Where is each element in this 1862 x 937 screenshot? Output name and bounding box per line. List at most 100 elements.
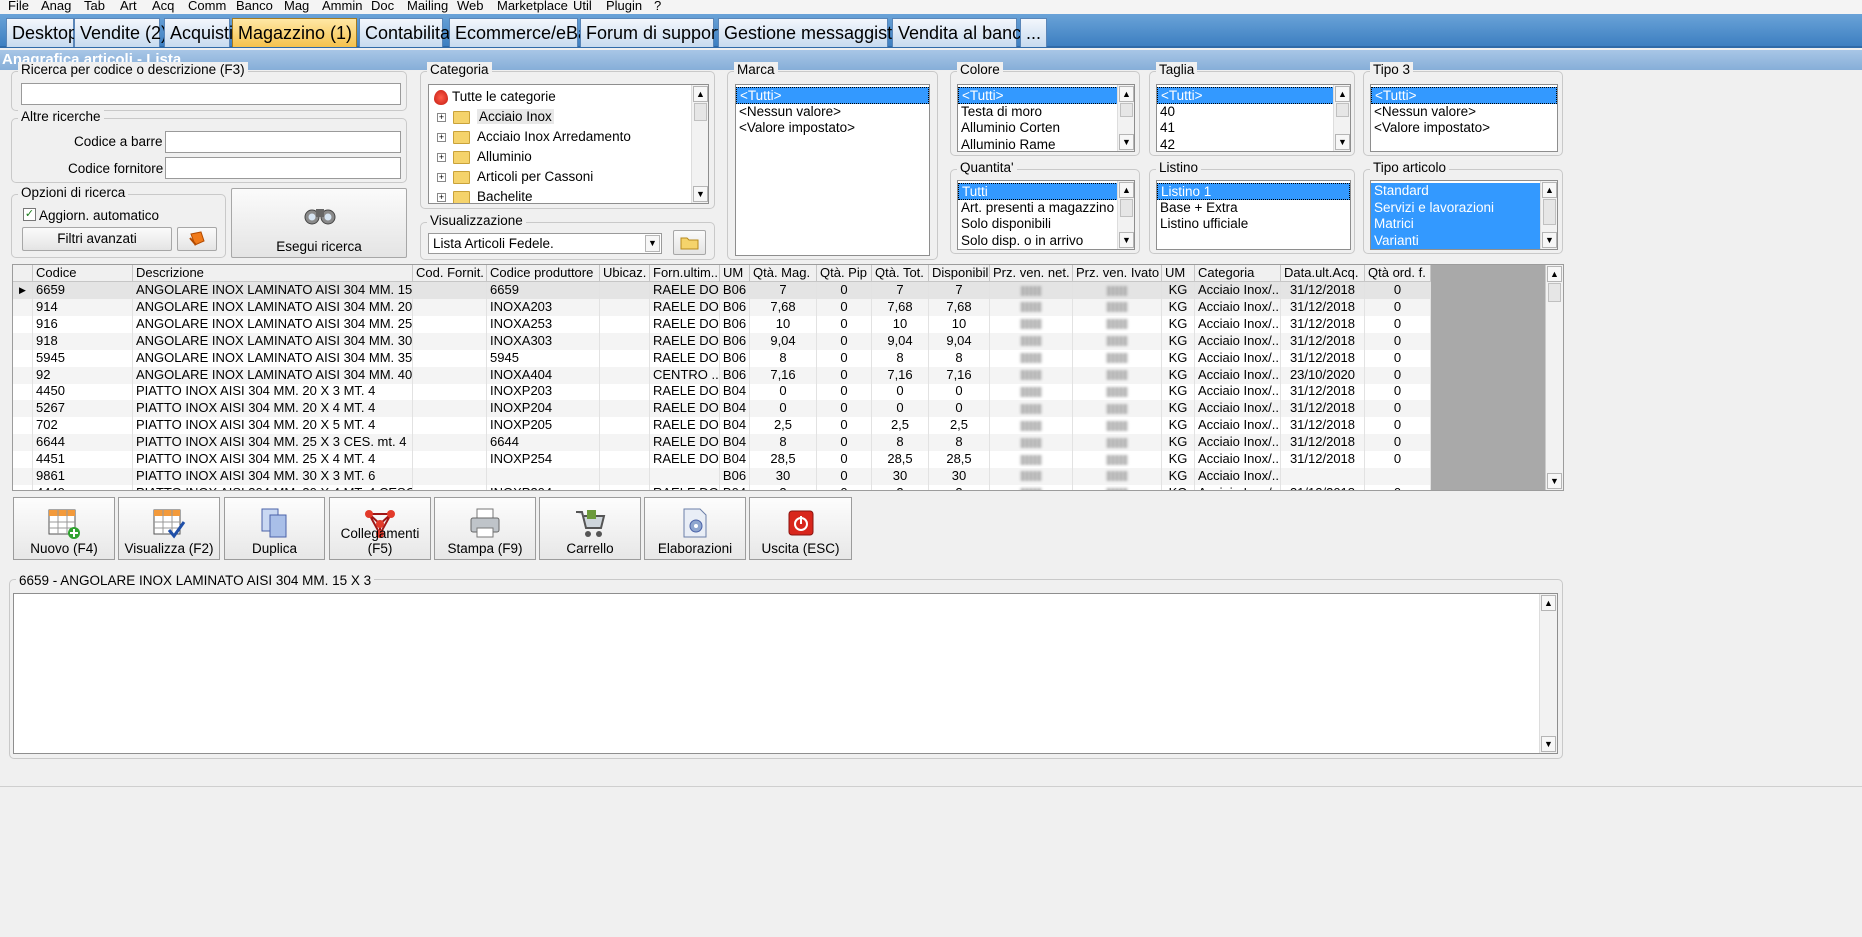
table-row[interactable]: 6644 PIATTO INOX AISI 304 MM. 25 X 3 CES.… — [13, 434, 1431, 452]
color-list[interactable]: <Tutti> Testa di moro Alluminio Corten Allu… — [957, 84, 1135, 152]
scroll-down-icon[interactable]: ▼ — [1119, 232, 1134, 248]
marca-option[interactable]: <Valore impostato> — [736, 120, 929, 137]
listino-option[interactable]: Listino ufficiale — [1157, 216, 1350, 233]
nuovo-button[interactable]: Nuovo (F4) — [13, 497, 115, 560]
category-item[interactable]: + Bachelite — [429, 187, 708, 203]
table-row[interactable]: ▶ 6659 ANGOLARE INOX LAMINATO AISI 304 MM.… — [13, 282, 1431, 299]
quantita-option[interactable]: Art. presenti a magazzino — [958, 200, 1134, 217]
elaborazioni-button[interactable]: Elaborazioni — [644, 497, 746, 560]
scroll-down-icon[interactable]: ▼ — [1542, 232, 1557, 248]
listino-option[interactable]: Listino 1 — [1157, 183, 1350, 200]
table-row[interactable]: 918 ANGOLARE INOX LAMINATO AISI 304 MM. 3… — [13, 332, 1431, 350]
advanced-filters-button[interactable]: Filtri avanzati — [22, 227, 172, 251]
tab-ecommerce-ebay[interactable]: Ecommerce/eBay — [449, 18, 597, 47]
scroll-thumb[interactable] — [1120, 103, 1133, 117]
quantita-option[interactable]: Magazzino 1 — [958, 249, 1134, 250]
table-row[interactable]: 4450 PIATTO INOX AISI 304 MM. 20 X 3 MT. … — [13, 383, 1431, 401]
colore-option[interactable]: <Tutti> — [958, 87, 1134, 104]
quantita-scrollbar[interactable]: ▲ ▼ — [1117, 181, 1134, 249]
uscita-button[interactable]: Uscita (ESC) — [749, 497, 852, 560]
tab-acquisti[interactable]: Acquisti — [164, 18, 233, 47]
barcode-input[interactable] — [165, 131, 401, 153]
size-list[interactable]: <Tutti>40414243▲▼ — [1156, 84, 1351, 152]
table-row[interactable]: 9861 PIATTO INOX AISI 304 MM. 30 X 3 MT. … — [13, 467, 1431, 485]
scroll-up-icon[interactable]: ▲ — [1542, 182, 1557, 198]
scroll-down-icon[interactable]: ▼ — [1541, 736, 1556, 752]
category-item[interactable]: + Articoli per Cassoni — [429, 167, 708, 187]
quantita-option[interactable]: Tutti — [958, 183, 1134, 200]
menu-item-marketplace[interactable]: Marketplace — [497, 0, 568, 12]
brand-list[interactable]: <Tutti> <Nessun valore> <Valore impostato> — [735, 84, 930, 256]
expand-icon[interactable]: + — [437, 132, 446, 142]
tipo_articolo-scrollbar[interactable]: ▲ ▼ — [1540, 181, 1557, 249]
taglia-option[interactable]: 40 — [1157, 104, 1350, 121]
scroll-up-icon[interactable]: ▲ — [1119, 182, 1134, 198]
column-header[interactable]: Codice produttore — [487, 265, 600, 282]
menu-item-tab[interactable]: Tab — [84, 0, 105, 12]
auto-update-checkbox[interactable]: ✓ — [23, 208, 36, 221]
taglia-option[interactable]: 41 — [1157, 120, 1350, 137]
open-view-button[interactable] — [673, 230, 706, 255]
scroll-thumb[interactable] — [1336, 103, 1349, 117]
category-item[interactable]: + Acciaio Inox — [429, 107, 708, 127]
tipo_articolo-option[interactable]: Standard — [1371, 183, 1557, 200]
menu-item-file[interactable]: File — [8, 0, 29, 12]
column-header[interactable]: Qtà. Pip — [817, 265, 872, 282]
menu-item-plugin[interactable]: Plugin — [606, 0, 642, 12]
menu-item-doc[interactable]: Doc — [371, 0, 394, 12]
scroll-down-icon[interactable]: ▼ — [1335, 134, 1350, 150]
category-root[interactable]: Tutte le categorie — [429, 87, 708, 107]
table-row[interactable]: 702 PIATTO INOX AISI 304 MM. 20 X 5 MT. 4… — [13, 417, 1431, 435]
taglia-option[interactable]: 42 — [1157, 137, 1350, 152]
menu-item-banco[interactable]: Banco — [236, 0, 273, 12]
scroll-up-icon[interactable]: ▲ — [1335, 86, 1350, 102]
visualizza-button[interactable]: Visualizza (F2) — [118, 497, 220, 560]
menu-item-mag[interactable]: Mag — [284, 0, 309, 12]
scroll-up-icon[interactable]: ▲ — [1541, 595, 1556, 611]
tipo3-option[interactable]: <Nessun valore> — [1371, 104, 1557, 121]
scroll-up-icon[interactable]: ▲ — [1547, 266, 1562, 282]
scroll-down-icon[interactable]: ▼ — [1547, 473, 1562, 489]
scroll-thumb[interactable] — [694, 103, 707, 121]
column-header[interactable]: Qtà. Mag. — [750, 265, 817, 282]
column-header[interactable]: Prz. ven. net. — [990, 265, 1073, 282]
tab-gestione-messaggistica[interactable]: Gestione messaggistica — [718, 18, 915, 47]
colore-option[interactable]: Alluminio Rame — [958, 137, 1134, 152]
article-type-list[interactable]: Standard Servizi e lavorazioni Matrici Vari… — [1370, 180, 1558, 250]
column-header[interactable]: Qtà ord. f. — [1365, 265, 1431, 282]
column-header[interactable]: Disponibili — [929, 265, 990, 282]
table-row[interactable]: 92 ANGOLARE INOX LAMINATO AISI 304 MM. 40… — [13, 366, 1431, 384]
expand-icon[interactable]: + — [437, 172, 446, 182]
tipo3-option[interactable]: <Tutti> — [1371, 87, 1557, 104]
table-row[interactable]: 5945 ANGOLARE INOX LAMINATO AISI 304 MM. … — [13, 349, 1431, 367]
menu-item-mailing[interactable]: Mailing — [407, 0, 448, 12]
taglia-option[interactable]: <Tutti> — [1157, 87, 1350, 104]
menu-item-?[interactable]: ? — [654, 0, 661, 12]
stampa-button[interactable]: Stampa (F9) — [434, 497, 536, 560]
tab-vendita-al-banco[interactable]: Vendita al banco — [892, 18, 1031, 47]
tipo_articolo-option[interactable]: Varianti — [1371, 232, 1557, 249]
menu-item-acq[interactable]: Acq — [152, 0, 174, 12]
duplica-button[interactable]: Duplica — [224, 497, 325, 560]
table-row[interactable]: 5267 PIATTO INOX AISI 304 MM. 20 X 4 MT. … — [13, 400, 1431, 418]
column-header[interactable]: Forn.ultim... — [650, 265, 720, 282]
colore-scrollbar[interactable]: ▲ ▼ — [1117, 85, 1134, 151]
grid-scrollbar[interactable]: ▲ ▼ — [1545, 265, 1563, 490]
category-item[interactable]: + Alluminio — [429, 147, 708, 167]
detail-memo[interactable]: ▲ ▼ — [13, 593, 1558, 754]
colore-option[interactable]: Testa di moro — [958, 104, 1134, 121]
scroll-thumb[interactable] — [1120, 199, 1133, 217]
view-select[interactable]: Lista Articoli Fedele. ▼ — [428, 233, 662, 254]
search-input[interactable] — [21, 83, 401, 105]
column-header[interactable]: Prz. ven. Ivato — [1073, 265, 1162, 282]
tab-contabilita[interactable]: Contabilita' — [359, 18, 454, 47]
expand-icon[interactable]: + — [437, 112, 446, 122]
column-header[interactable]: Categoria — [1195, 265, 1281, 282]
table-row[interactable]: 916 ANGOLARE INOX LAMINATO AISI 304 MM. 2… — [13, 315, 1431, 333]
scroll-up-icon[interactable]: ▲ — [693, 86, 708, 102]
memo-scrollbar[interactable]: ▲ ▼ — [1539, 594, 1557, 753]
taglia-scrollbar[interactable]: ▲ ▼ — [1333, 85, 1350, 151]
category-scrollbar[interactable]: ▲ ▼ — [691, 85, 708, 203]
category-item[interactable]: + Acciaio Inox Arredamento — [429, 127, 708, 147]
tab-magazzino-1[interactable]: Magazzino (1)× — [232, 18, 368, 47]
